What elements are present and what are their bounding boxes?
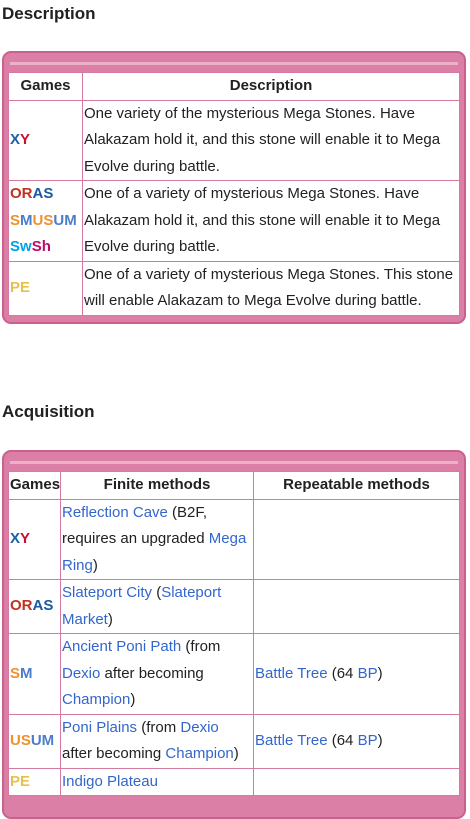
description-text: One of a variety of mysterious Mega Ston… [82,260,460,316]
game-sw-label[interactable]: Sw [10,238,32,255]
game-us-label[interactable]: US [33,212,54,229]
repeatable-methods-cell: Battle Tree (64 BP) [253,713,460,769]
method-text: ) [107,610,113,628]
game-m-label[interactable]: M [20,212,33,229]
game-or-label[interactable]: OR [10,185,33,202]
method-text: ) [130,691,136,708]
game-x-label[interactable]: X [10,131,20,148]
game-as-label[interactable]: AS [33,597,54,614]
champion-link[interactable]: Champion [62,691,130,708]
method-text: ( [152,584,162,601]
description-box: Games Description XY One variety of the … [2,51,466,324]
method-text: ) [233,745,239,762]
games-cell-sm: SM [8,633,61,715]
game-or-label[interactable]: OR [10,597,33,614]
repeatable-methods-cell: Battle Tree (64 BP) [253,633,460,715]
description-column-header: Description [82,72,460,101]
character-link[interactable]: Dexio [62,665,100,682]
location-link[interactable]: Poni Plains [62,719,137,736]
table-row: PE One of a variety of mysterious Mega S… [8,260,460,316]
acquisition-header-row: Games Finite methods Repeatable methods [8,471,460,500]
games-column-header: Games [8,471,61,500]
games-cell-pe: PE [8,260,83,316]
battle-tree-link[interactable]: Battle Tree [255,665,328,682]
game-pe-label[interactable]: PE [10,773,30,790]
method-text: (from [181,638,221,655]
games-cell-pe: PE [8,767,61,796]
repeatable-methods-cell [253,498,460,580]
table-row: ORAS SMUSUM SwSh One of a variety of mys… [8,180,460,262]
finite-methods-cell: Slateport City (Slateport Market) [60,579,254,634]
game-as-label[interactable]: AS [33,185,54,202]
games-cell-xy: XY [8,498,61,580]
table-row: USUM Poni Plains (from Dexio after becom… [8,713,460,769]
method-text: ) [92,556,98,574]
acquisition-table: Games Finite methods Repeatable methods … [8,471,460,796]
method-text: ) [377,731,383,749]
games-cell-xy: XY [8,99,83,181]
game-sh-label[interactable]: Sh [32,238,51,255]
game-pe-label[interactable]: PE [10,279,30,296]
repeatable-methods-cell [253,767,460,796]
games-cell-oras-smusum-swsh: ORAS SMUSUM SwSh [8,180,83,262]
game-y-label[interactable]: Y [20,131,30,148]
bp-link[interactable]: BP [358,732,378,749]
character-link[interactable]: Dexio [180,719,218,736]
location-link[interactable]: Reflection Cave [62,504,168,521]
games-column-header: Games [8,72,83,101]
games-cell-usum: USUM [8,713,61,769]
method-text: (64 [327,731,358,749]
method-text: (64 [327,664,358,682]
acquisition-heading: Acquisition [2,402,95,421]
table-row: XY One variety of the mysterious Mega St… [8,99,460,181]
game-um-label[interactable]: UM [31,732,54,749]
game-um-label[interactable]: UM [53,212,76,229]
repeatable-methods-cell [253,579,460,634]
game-y-label[interactable]: Y [20,530,30,547]
game-s-label[interactable]: S [10,665,20,682]
method-text: ) [377,664,383,682]
bp-link[interactable]: BP [358,665,378,682]
finite-methods-cell: Indigo Plateau [60,767,254,796]
location-link[interactable]: Ancient Poni Path [62,638,181,655]
table-row: SM Ancient Poni Path (from Dexio after b… [8,633,460,715]
finite-methods-column-header: Finite methods [60,471,254,500]
finite-methods-cell: Poni Plains (from Dexio after becoming C… [60,713,254,769]
method-text: after becoming [62,745,166,762]
game-x-label[interactable]: X [10,530,20,547]
description-text: One of a variety of mysterious Mega Ston… [82,180,460,262]
battle-tree-link[interactable]: Battle Tree [255,732,328,749]
method-text: (from [137,718,181,736]
location-link[interactable]: Indigo Plateau [62,773,158,790]
champion-link[interactable]: Champion [165,745,233,762]
finite-methods-cell: Reflection Cave (B2F, requires an upgrad… [60,498,254,580]
description-header-row: Games Description [8,72,460,101]
games-cell-oras: ORAS [8,579,61,634]
game-m-label[interactable]: M [20,665,33,682]
game-s-label[interactable]: S [10,212,20,229]
finite-methods-cell: Ancient Poni Path (from Dexio after beco… [60,633,254,715]
description-table: Games Description XY One variety of the … [8,72,460,316]
table-row: XY Reflection Cave (B2F, requires an upg… [8,498,460,580]
description-text: One variety of the mysterious Mega Stone… [82,99,460,181]
game-us-label[interactable]: US [10,732,31,749]
method-text: after becoming [100,664,204,682]
repeatable-methods-column-header: Repeatable methods [253,471,460,500]
acquisition-box: Games Finite methods Repeatable methods … [2,450,466,819]
table-row: PE Indigo Plateau [8,767,460,796]
description-heading: Description [2,4,96,23]
table-row: ORAS Slateport City (Slateport Market) [8,579,460,634]
location-link[interactable]: Slateport City [62,584,152,601]
